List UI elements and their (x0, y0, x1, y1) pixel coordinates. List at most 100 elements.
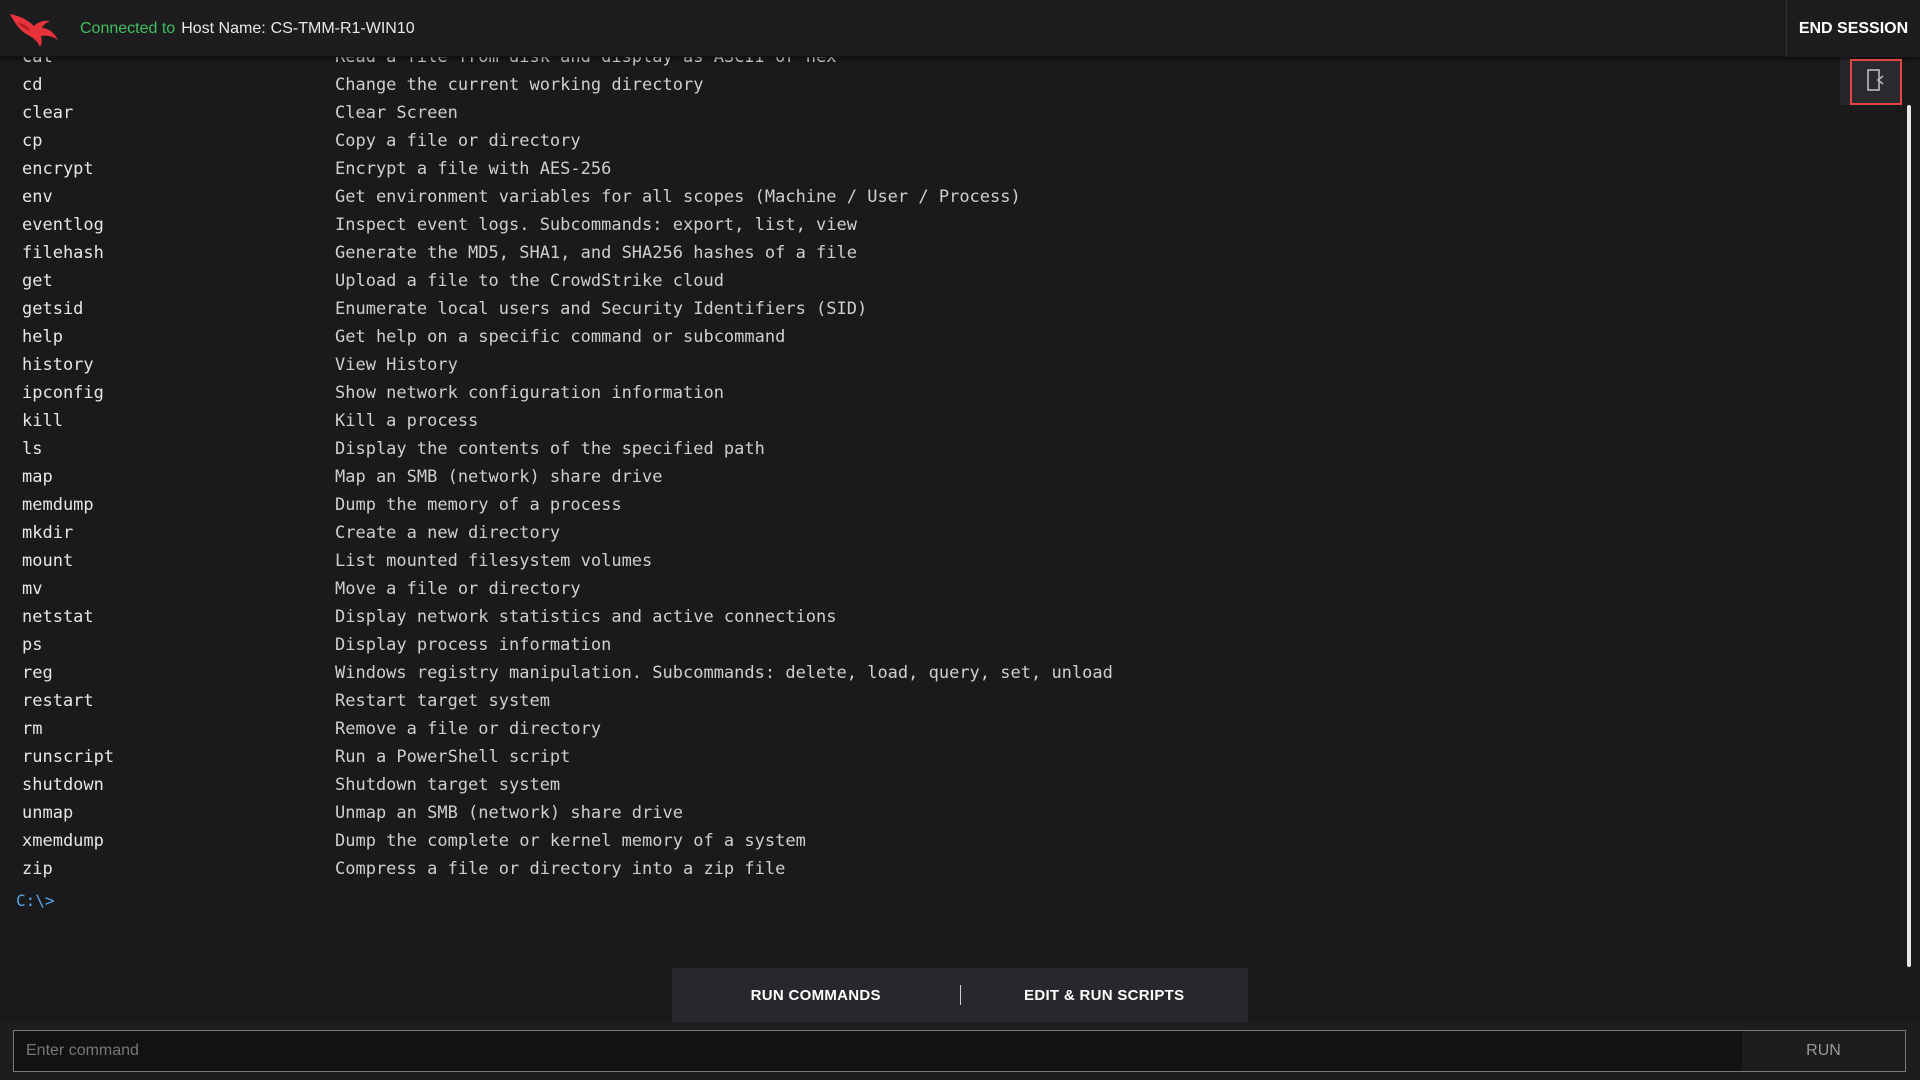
command-row: unmap Unmap an SMB (network) share drive (22, 799, 1113, 827)
end-session-button[interactable]: END SESSION (1786, 0, 1920, 57)
command-row: map Map an SMB (network) share drive (22, 463, 1113, 491)
command-name: runscript (22, 747, 115, 767)
command-row: mkdir Create a new directory (22, 519, 1113, 547)
mode-tabs: RUN COMMANDS EDIT & RUN SCRIPTS (672, 968, 1248, 1022)
command-description: Clear Screen (335, 103, 458, 123)
command-row: filehash Generate the MD5, SHA1, and SHA2… (22, 239, 1113, 267)
command-description: Dump the complete or kernel memory of a … (335, 831, 806, 851)
command-description: Kill a process (335, 411, 479, 431)
command-description: Compress a file or directory into a zip … (335, 859, 786, 879)
command-row: getsid Enumerate local users and Security… (22, 295, 1113, 323)
command-row: help Get help on a specific command or su… (22, 323, 1113, 351)
command-description: Move a file or directory (335, 579, 581, 599)
host-name-label: Host Name: (181, 19, 266, 37)
command-name: ipconfig (22, 383, 104, 403)
command-description: Unmap an SMB (network) share drive (335, 803, 683, 823)
command-description: Dump the memory of a process (335, 495, 622, 515)
command-row: ps Display process information (22, 631, 1113, 659)
command-row: shutdown Shutdown target system (22, 771, 1113, 799)
command-name: mv (22, 579, 43, 599)
command-name: shutdown (22, 775, 104, 795)
command-description: Run a PowerShell script (335, 747, 571, 767)
command-name: env (22, 187, 53, 207)
command-row: xmemdump Dump the complete or kernel memo… (22, 827, 1113, 855)
command-description: List mounted filesystem volumes (335, 551, 653, 571)
command-name: help (22, 327, 63, 347)
command-bar: RUN (0, 1022, 1920, 1080)
command-description: Change the current working directory (335, 75, 704, 95)
command-name: getsid (22, 299, 84, 319)
command-row: env Get environment variables for all sco… (22, 183, 1113, 211)
command-row: ls Display the contents of the specified … (22, 435, 1113, 463)
connected-label: Connected to (80, 19, 176, 37)
command-row: clear Clear Screen (22, 99, 1113, 127)
command-name: cd (22, 75, 43, 95)
command-name: kill (22, 411, 63, 431)
command-name: get (22, 271, 53, 291)
command-row: cp Copy a file or directory (22, 127, 1113, 155)
command-description: Restart target system (335, 691, 550, 711)
command-name: xmemdump (22, 831, 104, 851)
command-description: Inspect event logs. Subcommands: export,… (335, 215, 857, 235)
command-row: memdump Dump the memory of a process (22, 491, 1113, 519)
command-description: Show network configuration information (335, 383, 724, 403)
command-row: rm Remove a file or directory (22, 715, 1113, 743)
run-button[interactable]: RUN (1742, 1030, 1906, 1072)
terminal-scrollbar[interactable] (1906, 105, 1912, 967)
command-description: View History (335, 355, 458, 375)
command-description: Remove a file or directory (335, 719, 602, 739)
command-row: history View History (22, 351, 1113, 379)
command-description: Enumerate local users and Security Ident… (335, 299, 868, 319)
command-description: Get help on a specific command or subcom… (335, 327, 786, 347)
command-description: Map an SMB (network) share drive (335, 467, 663, 487)
command-name: mkdir (22, 523, 74, 543)
command-name: reg (22, 663, 53, 683)
command-description: Display network statistics and active co… (335, 607, 837, 627)
tab-run-commands[interactable]: RUN COMMANDS (672, 968, 960, 1022)
falcon-logo-icon (8, 8, 60, 48)
host-name-value: CS-TMM-R1-WIN10 (270, 19, 415, 37)
command-row: kill Kill a process (22, 407, 1113, 435)
command-name: ls (22, 439, 43, 459)
command-input[interactable] (13, 1030, 1743, 1072)
session-header: Connected to Host Name: CS-TMM-R1-WIN10 … (0, 0, 1920, 57)
command-row: cd Change the current working directory (22, 71, 1113, 99)
command-name: filehash (22, 243, 104, 263)
connection-status: Connected to Host Name: CS-TMM-R1-WIN10 (80, 0, 415, 57)
command-row: cat Read a file from disk and display as … (22, 57, 1113, 71)
command-description: Generate the MD5, SHA1, and SHA256 hashe… (335, 243, 857, 263)
command-description: Display the contents of the specified pa… (335, 439, 765, 459)
terminal-prompt: C:\> (16, 891, 55, 910)
command-row: encrypt Encrypt a file with AES-256 (22, 155, 1113, 183)
command-name: netstat (22, 607, 94, 627)
command-row: netstat Display network statistics and ac… (22, 603, 1113, 631)
command-name: zip (22, 859, 53, 879)
command-description: Shutdown target system (335, 775, 561, 795)
command-name: encrypt (22, 159, 94, 179)
command-name: memdump (22, 495, 94, 515)
command-name: rm (22, 719, 43, 739)
command-description: Encrypt a file with AES-256 (335, 159, 612, 179)
command-name: unmap (22, 803, 74, 823)
command-description: Windows registry manipulation. Subcomman… (335, 663, 1113, 683)
command-row: eventlog Inspect event logs. Subcommands:… (22, 211, 1113, 239)
tab-edit-run-scripts[interactable]: EDIT & RUN SCRIPTS (961, 968, 1249, 1022)
command-row: ipconfig Show network configuration infor… (22, 379, 1113, 407)
command-description: Upload a file to the CrowdStrike cloud (335, 271, 724, 291)
command-description: Display process information (335, 635, 612, 655)
panel-toggle-icon (1866, 68, 1886, 97)
terminal-output[interactable]: cat Read a file from disk and display as … (0, 57, 1900, 967)
command-description: Create a new directory (335, 523, 561, 543)
panel-toggle-button[interactable] (1850, 59, 1902, 105)
command-name: history (22, 355, 94, 375)
command-name: cat (22, 57, 53, 67)
command-row: mv Move a file or directory (22, 575, 1113, 603)
scrollbar-thumb[interactable] (1907, 105, 1911, 967)
command-name: mount (22, 551, 74, 571)
side-toggle-backdrop (1840, 57, 1850, 105)
command-name: restart (22, 691, 94, 711)
command-row: runscript Run a PowerShell script (22, 743, 1113, 771)
command-description: Copy a file or directory (335, 131, 581, 151)
command-row: reg Windows registry manipulation. Subcom… (22, 659, 1113, 687)
command-description: Get environment variables for all scopes… (335, 187, 1021, 207)
